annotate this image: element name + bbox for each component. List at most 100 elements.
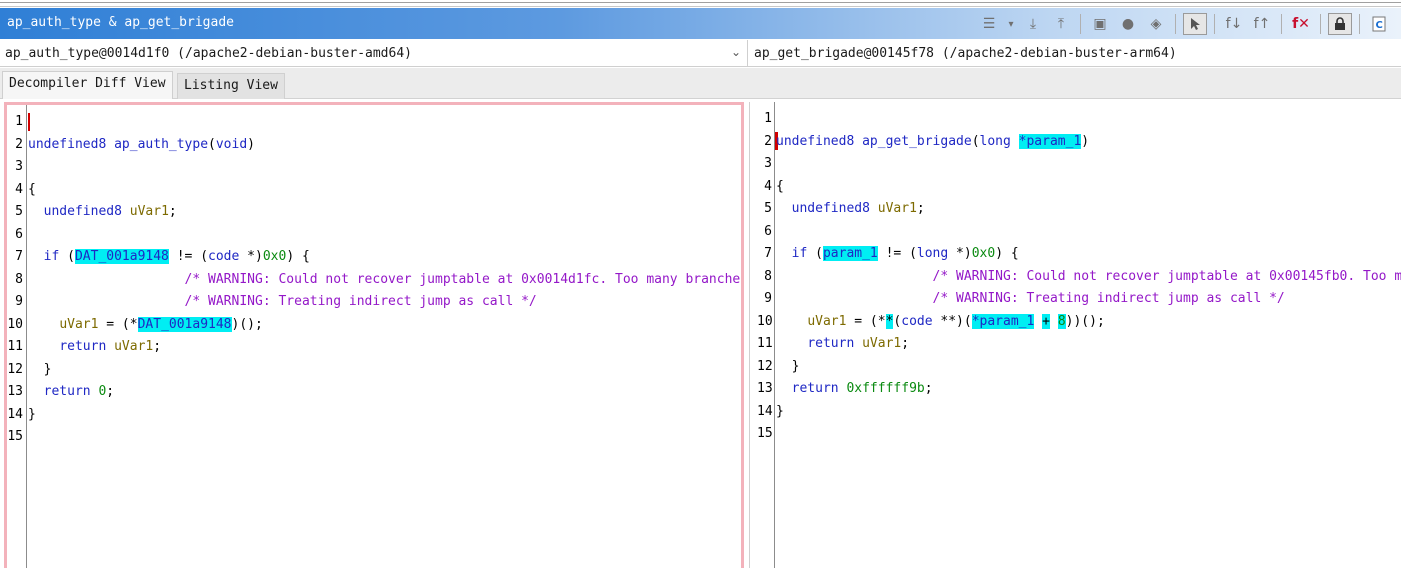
left-decompiler-pane[interactable]: 1 2 undefined8 ap_auth_type(void) 3 4{5 unde… (4, 102, 744, 568)
code-token[interactable]: long (980, 134, 1011, 149)
chevron-down-icon[interactable]: ▾ (1005, 13, 1017, 35)
code-text: uVar1 = (*DAT_001a9148)(); (28, 314, 263, 336)
code-token: ; (106, 384, 115, 399)
line-number: 5 (15, 204, 23, 219)
lock-icon[interactable] (1328, 13, 1352, 35)
code-token[interactable]: uVar1 (130, 204, 169, 219)
code-token[interactable]: uVar1 (114, 339, 153, 354)
diamond-icon[interactable]: ◈ (1144, 13, 1168, 35)
code-text: undefined8 ap_get_brigade(long *param_1) (776, 131, 1089, 153)
navigate-down-icon[interactable]: ⤓ (1021, 13, 1045, 35)
line-number: 9 (764, 291, 772, 306)
code-token[interactable]: return (44, 384, 91, 399)
function-up-icon[interactable]: f↑ (1250, 13, 1274, 35)
line-number: 13 (7, 384, 23, 399)
line-number: 5 (764, 201, 772, 216)
code-token[interactable]: uVar1 (862, 336, 901, 351)
line-number: 8 (764, 268, 772, 284)
code-token[interactable]: void (216, 137, 247, 152)
line-number: 12 (7, 361, 23, 377)
code-token: ; (901, 336, 910, 351)
circle-icon[interactable]: ● (1116, 13, 1140, 35)
toolbar-separator (1175, 14, 1176, 34)
highlighted-token[interactable]: DAT_001a9148 (74, 249, 169, 264)
code-token: )(); (231, 316, 263, 332)
code-token[interactable]: 0x0 (972, 246, 995, 261)
line-number: 2 (15, 136, 23, 152)
top-border (0, 0, 1401, 7)
code-text: undefined8 ap_auth_type(void) (28, 134, 255, 156)
code-token[interactable]: if (792, 246, 808, 261)
code-token[interactable]: code (208, 249, 239, 264)
code-comment: /* WARNING: Treating indirect jump as ca… (932, 291, 1285, 306)
highlighted-token[interactable]: *param_1 (971, 313, 1035, 329)
code-token: { (28, 181, 36, 197)
highlighted-token[interactable]: DAT_001a9148 (137, 316, 232, 332)
code-token[interactable]: ap_auth_type (114, 137, 208, 152)
code-text: undefined8 uVar1; (28, 201, 177, 223)
code-token[interactable]: if (44, 249, 60, 264)
cursor-select-icon[interactable] (1183, 13, 1207, 35)
navigate-up-icon[interactable]: ⤒ (1049, 13, 1073, 35)
highlighted-token[interactable]: 8 (1057, 313, 1066, 329)
code-token: ( (59, 249, 75, 264)
code-token[interactable]: undefined8 (792, 201, 870, 216)
code-token[interactable]: return (807, 336, 854, 351)
code-token: ; (916, 201, 925, 216)
code-token[interactable]: undefined8 (776, 134, 854, 149)
code-token[interactable]: uVar1 (807, 314, 846, 329)
code-token[interactable]: ap_get_brigade (862, 134, 972, 149)
code-token[interactable]: uVar1 (878, 201, 917, 216)
code-text: undefined8 uVar1; (776, 198, 925, 220)
code-token[interactable]: return (792, 381, 839, 396)
code-token: ( (208, 136, 216, 152)
code-token[interactable]: long (917, 246, 948, 261)
c-file-icon[interactable]: C (1367, 13, 1391, 35)
code-token: ; (924, 381, 933, 396)
code-token[interactable]: code (901, 314, 932, 329)
function-remove-icon[interactable]: f✕ (1289, 13, 1313, 35)
code-token[interactable]: 0xffffff9b (846, 381, 924, 396)
code-text: if (DAT_001a9148 != (code *)0x0) { (28, 246, 310, 268)
code-token[interactable]: uVar1 (59, 317, 98, 332)
line-number: 2 (764, 133, 772, 149)
left-function-selector[interactable]: ap_auth_type@0014d1f0 (/apache2-debian-b… (0, 40, 748, 66)
function-down-icon[interactable]: f↓ (1222, 13, 1246, 35)
code-comment: /* WARNING: Could not recover jumptable … (184, 271, 744, 287)
code-text: /* WARNING: Treating indirect jump as ca… (28, 291, 537, 313)
toolbar-separator (1359, 14, 1360, 34)
highlighted-token[interactable]: *param_1 (1018, 133, 1082, 149)
code-token[interactable]: undefined8 (44, 204, 122, 219)
code-token: **)( (932, 313, 972, 329)
right-function-selector[interactable]: ap_get_brigade@00145f78 (/apache2-debian… (749, 40, 1401, 66)
right-decompiler-pane[interactable]: 1 2 undefined8 ap_get_brigade(long *param_… (749, 102, 1401, 568)
line-number: 3 (764, 156, 772, 171)
highlighted-token[interactable]: param_1 (822, 246, 878, 261)
binary-icon[interactable]: ▣ (1088, 13, 1112, 35)
line-number: 15 (7, 429, 23, 444)
code-comment: /* WARNING: Could not recover jumptable … (932, 268, 1401, 284)
code-token[interactable]: return (59, 339, 106, 354)
code-token[interactable]: 0x0 (263, 249, 286, 264)
toolbar-separator (1080, 14, 1081, 34)
tab-decompiler-diff-view[interactable]: Decompiler Diff View (2, 71, 173, 99)
code-token[interactable]: undefined8 (28, 137, 106, 152)
code-token: = (* (846, 313, 886, 329)
line-number: 4 (764, 178, 772, 194)
code-text: } (28, 404, 36, 426)
tab-listing-view[interactable]: Listing View (177, 73, 285, 99)
code-token: ; (153, 339, 162, 354)
code-text: } (28, 359, 52, 381)
code-token: *) (239, 249, 263, 264)
list-icon[interactable]: ☰ (977, 13, 1001, 35)
chevron-down-icon[interactable]: ⌄ (731, 45, 741, 59)
code-text: } (776, 356, 800, 378)
